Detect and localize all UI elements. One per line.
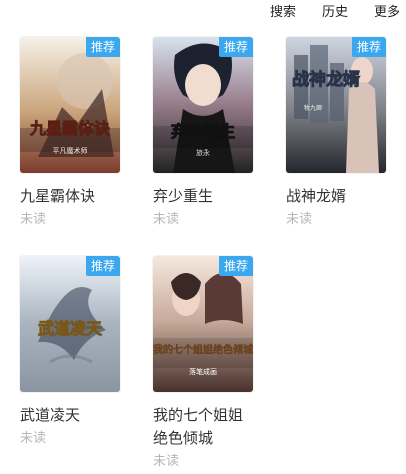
cover-author: 平凡魔术师 bbox=[53, 146, 88, 155]
read-status: 未读 bbox=[20, 431, 47, 446]
search-action[interactable]: 搜索 bbox=[270, 1, 296, 20]
book-cover-art: 我的七个姐姐绝色倾城 落笔成画 bbox=[153, 256, 253, 392]
cover-author: 旅永 bbox=[196, 148, 210, 157]
cover-title: 武道凌天 bbox=[38, 319, 103, 338]
book-cover-art: 九星霸体诀 平凡魔术师 bbox=[20, 37, 120, 173]
book-cover[interactable]: 九星霸体诀 平凡魔术师 推荐 bbox=[20, 37, 120, 173]
read-status: 未读 bbox=[153, 212, 180, 227]
book-title[interactable]: 弃少重生 bbox=[153, 185, 255, 208]
book-cover[interactable]: 我的七个姐姐绝色倾城 落笔成画 推荐 bbox=[153, 256, 253, 392]
cover-title: 九星霸体诀 bbox=[29, 119, 111, 138]
read-status: 未读 bbox=[20, 212, 47, 227]
read-status: 未读 bbox=[153, 454, 180, 469]
recommend-badge: 推荐 bbox=[85, 256, 120, 276]
book-cover[interactable]: 战神龙婿 牧九卿 推荐 bbox=[286, 37, 386, 173]
book-cover-art: 战神龙婿 牧九卿 bbox=[286, 37, 386, 173]
cover-title: 战神龙婿 bbox=[292, 69, 360, 90]
bookshelf-screen: 搜索 历史 更多 九星霸体诀 平凡魔术师 推荐 九星霸体诀 未读 弃少重生 旅永… bbox=[0, 0, 406, 474]
read-status: 未读 bbox=[286, 212, 313, 227]
book-cover-art: 弃少重生 旅永 bbox=[153, 37, 253, 173]
recommend-badge: 推荐 bbox=[218, 37, 253, 57]
book-card[interactable]: 弃少重生 旅永 推荐 弃少重生 未读 bbox=[153, 37, 255, 230]
book-title[interactable]: 我的七个姐姐绝色倾城 bbox=[153, 404, 255, 450]
book-cover[interactable]: 弃少重生 旅永 推荐 bbox=[153, 37, 253, 173]
recommend-badge: 推荐 bbox=[218, 256, 253, 276]
cover-author: 落笔成画 bbox=[189, 367, 217, 376]
cover-author: 牧九卿 bbox=[304, 104, 322, 112]
book-card[interactable]: 我的七个姐姐绝色倾城 落笔成画 推荐 我的七个姐姐绝色倾城 未读 bbox=[153, 256, 255, 472]
cover-title: 弃少重生 bbox=[171, 122, 235, 141]
book-title[interactable]: 九星霸体诀 bbox=[20, 185, 122, 208]
recommend-badge: 推荐 bbox=[85, 37, 120, 57]
book-cover-art: 武道凌天 bbox=[20, 256, 120, 392]
book-card[interactable]: 战神龙婿 牧九卿 推荐 战神龙婿 未读 bbox=[286, 37, 388, 230]
book-title[interactable]: 武道凌天 bbox=[20, 404, 122, 427]
book-card[interactable]: 九星霸体诀 平凡魔术师 推荐 九星霸体诀 未读 bbox=[20, 37, 122, 230]
book-title[interactable]: 战神龙婿 bbox=[286, 185, 388, 208]
recommend-badge: 推荐 bbox=[351, 37, 386, 57]
more-action[interactable]: 更多 bbox=[374, 1, 400, 20]
cover-title: 我的七个姐姐绝色倾城 bbox=[153, 343, 253, 356]
book-cover[interactable]: 武道凌天 推荐 bbox=[20, 256, 120, 392]
top-actions: 搜索 历史 更多 bbox=[270, 0, 400, 20]
book-card[interactable]: 武道凌天 推荐 武道凌天 未读 bbox=[20, 256, 122, 449]
history-action[interactable]: 历史 bbox=[322, 1, 348, 20]
